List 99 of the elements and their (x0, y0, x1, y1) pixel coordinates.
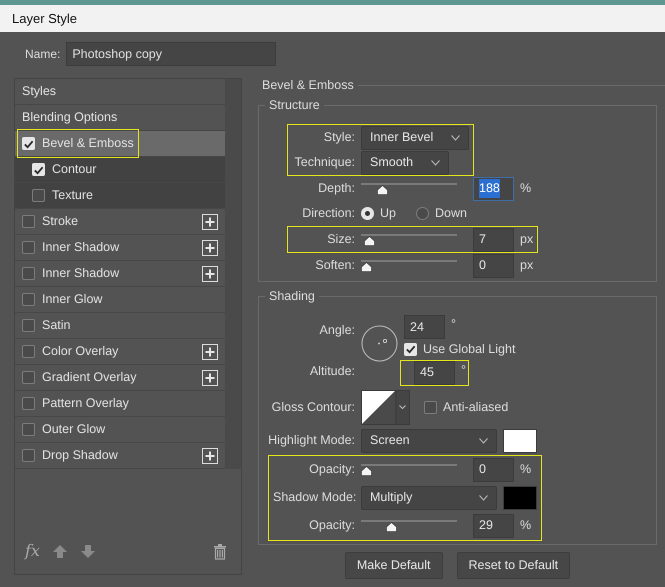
dialog-button[interactable]: Make Default (344, 552, 442, 578)
trash-icon[interactable] (213, 542, 227, 560)
field-label: Shadow Mode: (273, 489, 355, 506)
style-label: Bevel & Emboss (42, 135, 134, 152)
slider-thumb[interactable] (361, 262, 372, 272)
style-label: Gradient Overlay (42, 369, 136, 386)
field-label: Technique: (294, 154, 355, 172)
style-list-item[interactable]: Bevel & Emboss (15, 131, 225, 157)
style-label: Drop Shadow (42, 447, 118, 464)
style-label: Satin (42, 317, 70, 334)
add-icon[interactable] (202, 266, 218, 282)
radio-label: Up (380, 205, 396, 222)
slider-thumb[interactable] (364, 236, 375, 246)
dialog-button[interactable]: Reset to Default (456, 552, 570, 578)
checkbox[interactable] (22, 423, 35, 436)
unit-label: ° (461, 362, 466, 379)
value-field[interactable]: 0 (473, 254, 514, 278)
unit-label: % (520, 517, 532, 534)
value-field[interactable]: 0 (473, 458, 514, 482)
chevron-icon (479, 438, 488, 444)
field-label: Opacity: (308, 517, 355, 534)
slider-thumb[interactable] (386, 522, 397, 532)
checkbox[interactable] (424, 400, 437, 414)
unit-label: % (520, 180, 532, 198)
dropdown[interactable]: Screen (361, 428, 497, 453)
checkbox[interactable] (22, 267, 35, 280)
field-label: Gloss Contour: (270, 398, 355, 416)
value-field[interactable]: 7 (473, 228, 514, 252)
value-field[interactable]: 29 (473, 514, 514, 538)
contour-picker[interactable] (361, 390, 410, 425)
checkbox[interactable] (22, 345, 35, 358)
add-icon[interactable] (202, 344, 218, 360)
dropdown[interactable]: Multiply (361, 486, 497, 510)
style-label: Pattern Overlay (42, 395, 129, 412)
angle-field[interactable]: 24 (404, 315, 445, 339)
style-label: Stroke (42, 213, 78, 230)
field-label: Style: (322, 129, 355, 146)
altitude-field[interactable]: 45 (414, 360, 455, 385)
field-label: Altitude: (308, 363, 355, 380)
style-list-item[interactable]: Stroke (15, 209, 225, 235)
field-label: Highlight Mode: (267, 432, 355, 450)
style-list-item[interactable]: Pattern Overlay (15, 391, 225, 417)
radio-label: Down (434, 205, 467, 222)
unit-label: ° (451, 316, 456, 333)
field-label: Direction: (301, 205, 355, 222)
field-label: Opacity: (308, 461, 355, 478)
checkbox-label: Anti-aliased (443, 398, 508, 416)
field-label: Depth: (317, 180, 355, 198)
style-label: Contour (52, 161, 96, 178)
style-list-item[interactable]: Gradient Overlay (15, 365, 225, 391)
unit-label: px (520, 231, 534, 248)
name-field[interactable]: Photoshop copy (66, 42, 276, 66)
style-list-item[interactable]: Inner Glow (15, 287, 225, 313)
checkbox[interactable] (22, 215, 35, 228)
window-title: Layer Style (12, 10, 78, 28)
unit-label: % (520, 461, 532, 478)
color-swatch[interactable] (503, 428, 537, 453)
field-label: Size: (326, 231, 355, 248)
group-title: Shading (265, 288, 319, 304)
add-icon[interactable] (202, 214, 218, 230)
style-list-item[interactable]: Inner Shadow (15, 261, 225, 287)
add-icon[interactable] (202, 240, 218, 256)
style-list-item[interactable]: Contour (15, 157, 225, 183)
style-label: Texture (52, 187, 93, 204)
style-label: Inner Glow (42, 291, 102, 308)
field-label: Angle: (318, 322, 355, 339)
style-list-item[interactable]: Outer Glow (15, 417, 225, 443)
checkbox[interactable] (22, 319, 35, 332)
checkbox[interactable] (22, 241, 35, 254)
value-field[interactable]: 188 (473, 176, 514, 200)
checkbox[interactable] (22, 293, 35, 306)
style-list-item[interactable]: Satin (15, 313, 225, 339)
chevron-icon (479, 494, 488, 501)
style-list-item[interactable]: Drop Shadow (15, 443, 225, 469)
style-label: Inner Shadow (42, 239, 120, 256)
checkbox[interactable] (22, 449, 35, 462)
checkbox[interactable] (22, 397, 35, 410)
chevron-icon (431, 160, 440, 166)
chevron-icon (451, 134, 460, 140)
style-list-item[interactable]: Inner Shadow (15, 235, 225, 261)
color-swatch[interactable] (503, 486, 537, 510)
style-label: Color Overlay (42, 343, 118, 360)
field-label: Name: (25, 46, 60, 63)
add-icon[interactable] (202, 448, 218, 464)
unit-label: px (520, 257, 534, 274)
dropdown[interactable]: Inner Bevel (361, 126, 470, 150)
slider-thumb[interactable] (377, 184, 388, 194)
checkbox[interactable] (22, 371, 35, 384)
checkbox-label: Use Global Light (423, 341, 516, 358)
style-label: Outer Glow (42, 421, 106, 438)
add-icon[interactable] (202, 370, 218, 386)
angle-dial[interactable] (361, 325, 398, 362)
field-label: Soften: (314, 257, 355, 274)
style-label: Inner Shadow (42, 265, 120, 282)
style-list-item[interactable]: Texture (15, 183, 225, 209)
style-list-item[interactable]: Color Overlay (15, 339, 225, 365)
dropdown[interactable]: Smooth (361, 150, 450, 174)
radio-button[interactable] (416, 207, 429, 220)
checkbox[interactable] (32, 189, 45, 202)
